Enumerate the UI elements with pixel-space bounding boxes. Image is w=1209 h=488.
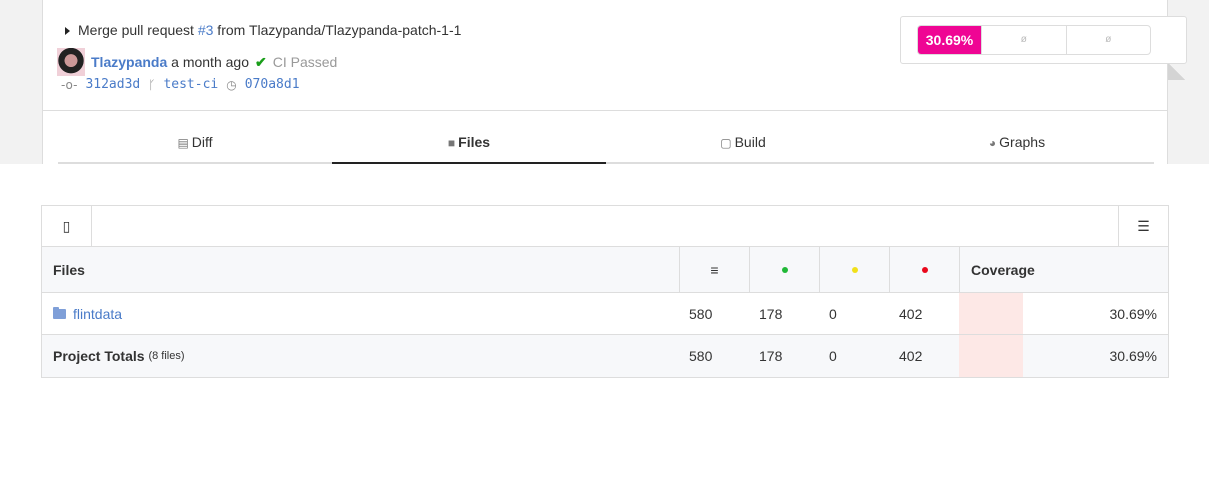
list-settings-icon[interactable]: ☰ [1118,206,1168,246]
tab-files[interactable]: ■ Files [332,122,606,164]
coverage-bar [959,293,1024,334]
partial-dot-icon [851,266,858,273]
folder-icon: ■ [447,136,456,150]
commit-icon: -o- [61,77,78,92]
branch-icon: ᚴ [148,77,156,92]
divider [43,110,1167,111]
commit-author: Tlazypanda a month ago ✔ CI Passed [57,48,337,76]
pr-link[interactable]: #3 [198,22,214,38]
header-coverage[interactable]: Coverage [959,247,1168,292]
tab-graphs[interactable]: ◕ Graphs [880,122,1154,162]
header-files[interactable]: Files [42,247,679,292]
coverage-diff: ø [1065,26,1151,54]
commit-message: Merge pull request #3 from Tlazypanda/Tl… [65,22,461,38]
tab-diff[interactable]: ▤ Diff [58,122,332,162]
branch-link[interactable]: test-ci [163,77,218,92]
expand-caret-icon[interactable] [65,27,70,36]
table-row: flintdata 580 178 0 402 30.69% [42,293,1168,335]
book-icon[interactable]: ▯ [42,206,92,246]
coverage-bar [959,335,1024,377]
diff-icon: ▤ [177,136,189,150]
header-hits[interactable] [749,247,819,292]
header-lines-icon[interactable]: ≡ [679,247,749,292]
header-partial[interactable] [819,247,889,292]
file-link[interactable]: flintdata [73,306,122,322]
parent-commit-icon: ◷ [226,77,237,92]
table-toolbar: ▯ ☰ [42,206,1168,247]
coverage-change: ø [981,26,1066,54]
header-missed[interactable] [889,247,959,292]
check-icon: ✔ [254,53,267,70]
coverage-value: 30.69% [918,26,981,54]
ci-status: CI Passed [272,54,338,70]
badge-fold [1168,64,1187,80]
commit-sha-link[interactable]: 312ad3d [85,77,140,92]
totals-row: Project Totals (8 files) 580 178 0 402 3… [42,335,1168,377]
tabs: ▤ Diff ■ Files ▢ Build ◕ Graphs [58,122,1154,164]
commit-refs: -o- 312ad3d ᚴ test-ci ◷ 070a8d1 [61,77,300,92]
coverage-badge: 30.69% ø ø [900,16,1187,64]
coverage-cell: 30.69% [959,293,1168,334]
folder-icon [53,306,66,319]
box-icon: ▢ [720,136,732,150]
hits-dot-icon [781,266,788,273]
pie-chart-icon: ◕ [988,136,997,150]
coverage-cell: 30.69% [959,335,1168,377]
files-table: ▯ ☰ Files ≡ Coverage flintdata 580 178 0… [41,205,1169,378]
avatar [57,48,85,76]
author-link[interactable]: Tlazypanda [91,54,167,70]
parent-sha-link[interactable]: 070a8d1 [245,77,300,92]
tab-build[interactable]: ▢ Build [606,122,880,162]
missed-dot-icon [921,266,928,273]
table-header: Files ≡ Coverage [42,247,1168,293]
